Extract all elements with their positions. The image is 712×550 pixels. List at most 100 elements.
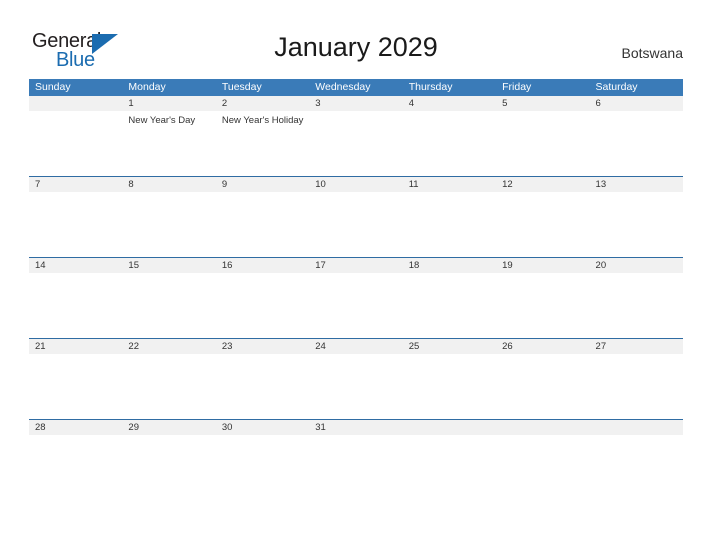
day-cell[interactable]	[403, 192, 496, 257]
weekday-header-friday: Friday	[502, 81, 532, 93]
day-number[interactable]: 10	[309, 177, 402, 192]
day-cell[interactable]	[496, 111, 589, 176]
weekday-header-sunday: Sunday	[35, 81, 71, 93]
week-event-strip	[29, 192, 683, 257]
day-number[interactable]: 12	[496, 177, 589, 192]
day-cell[interactable]	[403, 111, 496, 176]
day-number[interactable]: 27	[590, 339, 683, 354]
day-cell[interactable]	[309, 435, 402, 457]
day-number[interactable]: 11	[403, 177, 496, 192]
holiday-event-label: New Year's Holiday	[221, 115, 304, 126]
day-number[interactable]: 14	[29, 258, 122, 273]
day-number[interactable]: 5	[496, 96, 589, 111]
day-cell[interactable]	[122, 273, 215, 338]
day-cell[interactable]	[122, 192, 215, 257]
week-date-strip: 14 15 16 17 18 19 20	[29, 258, 683, 273]
calendar-week-row: 1 2 3 4 5 6 New Year's Day New Year's Holiday	[29, 96, 683, 176]
day-cell[interactable]	[29, 273, 122, 338]
day-number[interactable]: 7	[29, 177, 122, 192]
day-cell[interactable]	[216, 192, 309, 257]
day-cell[interactable]	[216, 435, 309, 457]
day-number[interactable]: 30	[216, 420, 309, 435]
day-cell[interactable]	[496, 273, 589, 338]
day-number[interactable]: 24	[309, 339, 402, 354]
day-cell	[590, 435, 683, 457]
day-cell[interactable]	[403, 354, 496, 419]
day-number	[29, 96, 122, 111]
day-number	[590, 420, 683, 435]
page-title: January 2029	[274, 32, 438, 62]
calendar-week-row: 21 22 23 24 25 26 27	[29, 338, 683, 419]
weekday-header-monday: Monday	[128, 81, 166, 93]
day-number[interactable]: 20	[590, 258, 683, 273]
day-cell[interactable]	[309, 273, 402, 338]
day-number[interactable]: 4	[403, 96, 496, 111]
day-number[interactable]: 29	[122, 420, 215, 435]
weekday-header-row: Sunday Monday Tuesday Wednesday Thursday Frid…	[29, 79, 683, 96]
day-cell[interactable]	[122, 354, 215, 419]
weekday-header-tuesday: Tuesday	[221, 81, 262, 93]
day-number[interactable]: 13	[590, 177, 683, 192]
day-number[interactable]: 22	[122, 339, 215, 354]
day-cell[interactable]	[29, 435, 122, 457]
day-cell[interactable]: New Year's Holiday	[216, 111, 309, 176]
day-number	[496, 420, 589, 435]
day-cell[interactable]	[590, 111, 683, 176]
day-number[interactable]: 9	[216, 177, 309, 192]
day-cell[interactable]: New Year's Day	[122, 111, 215, 176]
day-cell[interactable]	[216, 273, 309, 338]
region-label: Botswana	[621, 45, 683, 61]
day-number[interactable]: 1	[122, 96, 215, 111]
holiday-event-label: New Year's Day	[128, 115, 196, 126]
day-cell[interactable]	[403, 273, 496, 338]
calendar-week-row: 28 29 30 31	[29, 419, 683, 457]
calendar-week-row: 7 8 9 10 11 12 13	[29, 176, 683, 257]
day-cell[interactable]	[309, 354, 402, 419]
day-number[interactable]: 6	[590, 96, 683, 111]
day-number[interactable]: 3	[309, 96, 402, 111]
calendar-weeks: 1 2 3 4 5 6 New Year's Day New Year's Holiday 7 8…	[29, 96, 683, 457]
calendar-week-row: 14 15 16 17 18 19 20	[29, 257, 683, 338]
day-number[interactable]: 15	[122, 258, 215, 273]
day-cell[interactable]	[216, 354, 309, 419]
day-cell[interactable]	[309, 192, 402, 257]
week-date-strip: 28 29 30 31	[29, 420, 683, 435]
day-number[interactable]: 8	[122, 177, 215, 192]
week-date-strip: 123456	[29, 96, 683, 111]
week-event-strip: New Year's Day New Year's Holiday	[29, 111, 683, 176]
calendar-grid: Sunday Monday Tuesday Wednesday Thursday Frid…	[29, 79, 683, 457]
week-event-strip	[29, 354, 683, 419]
day-cell	[496, 435, 589, 457]
day-cell[interactable]	[496, 354, 589, 419]
day-number[interactable]: 17	[309, 258, 402, 273]
day-number[interactable]: 18	[403, 258, 496, 273]
day-cell[interactable]	[29, 192, 122, 257]
weekday-header-saturday: Saturday	[595, 81, 638, 93]
day-cell[interactable]	[590, 273, 683, 338]
day-cell[interactable]	[122, 435, 215, 457]
week-date-strip: 21 22 23 24 25 26 27	[29, 339, 683, 354]
weekday-header-wednesday: Wednesday	[315, 81, 371, 93]
day-number[interactable]: 23	[216, 339, 309, 354]
day-number[interactable]: 25	[403, 339, 496, 354]
day-number[interactable]: 31	[309, 420, 402, 435]
day-cell	[29, 111, 122, 176]
day-number	[403, 420, 496, 435]
week-event-strip	[29, 435, 683, 457]
day-cell	[403, 435, 496, 457]
day-number[interactable]: 28	[29, 420, 122, 435]
day-cell[interactable]	[590, 192, 683, 257]
calendar-page: General Blue January 2029 Botswana Sunda…	[0, 0, 712, 550]
day-number[interactable]: 16	[216, 258, 309, 273]
day-number[interactable]: 2	[216, 96, 309, 111]
day-cell[interactable]	[496, 192, 589, 257]
day-number[interactable]: 26	[496, 339, 589, 354]
day-number[interactable]: 19	[496, 258, 589, 273]
day-cell[interactable]	[590, 354, 683, 419]
weekday-header-thursday: Thursday	[408, 81, 453, 93]
week-date-strip: 7 8 9 10 11 12 13	[29, 177, 683, 192]
day-number[interactable]: 21	[29, 339, 122, 354]
day-cell[interactable]	[29, 354, 122, 419]
week-event-strip	[29, 273, 683, 338]
day-cell[interactable]	[309, 111, 402, 176]
